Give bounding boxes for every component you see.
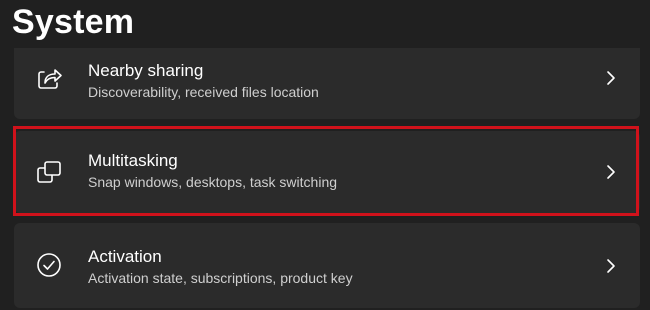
settings-item-multitasking[interactable]: Multitasking Snap windows, desktops, tas… (14, 131, 640, 213)
settings-item-title: Nearby sharing (88, 61, 204, 80)
check-circle-icon (34, 250, 64, 280)
page-title: System (12, 3, 135, 41)
settings-item-activation[interactable]: Activation Activation state, subscriptio… (14, 223, 640, 308)
settings-item-text: Multitasking Snap windows, desktops, tas… (88, 151, 337, 191)
multitasking-icon (34, 157, 64, 187)
settings-item-nearby-sharing[interactable]: Nearby sharing Discoverability, received… (14, 48, 640, 119)
settings-item-subtitle: Snap windows, desktops, task switching (88, 174, 338, 190)
settings-item-title: Activation (88, 247, 162, 266)
settings-item-title: Multitasking (88, 151, 178, 170)
chevron-right-icon (604, 69, 618, 87)
chevron-right-icon (604, 163, 618, 181)
settings-item-text: Nearby sharing Discoverability, received… (88, 61, 319, 101)
settings-item-subtitle: Activation state, subscriptions, product… (88, 270, 353, 286)
settings-item-subtitle: Discoverability, received files location (88, 84, 319, 100)
share-icon (34, 63, 64, 93)
settings-item-text: Activation Activation state, subscriptio… (88, 247, 353, 287)
settings-page: System Nearby sharing Discoverability, r… (0, 0, 650, 310)
chevron-right-icon (604, 257, 618, 275)
